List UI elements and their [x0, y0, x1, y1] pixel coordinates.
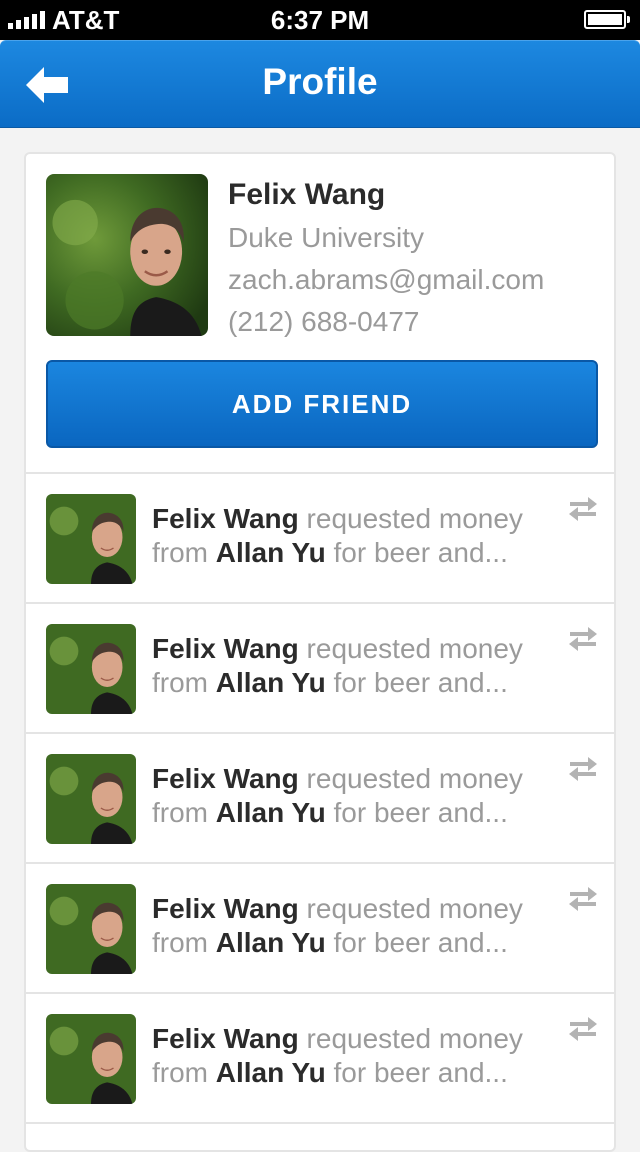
feed-note: for beer and... — [333, 537, 508, 568]
feed-avatar — [46, 494, 136, 584]
feed-from: from — [152, 667, 208, 698]
feed-text: Felix Wang requested money from Allan Yu… — [152, 632, 562, 700]
feed-target: Allan Yu — [215, 927, 326, 958]
feed-note: for beer and... — [333, 797, 508, 828]
feed-actor: Felix Wang — [152, 503, 299, 534]
feed-target: Allan Yu — [215, 1057, 326, 1088]
feed-text: Felix Wang requested money from Allan Yu… — [152, 892, 562, 960]
swap-arrows-icon[interactable] — [566, 492, 600, 522]
feed-action: requested money — [306, 633, 523, 664]
feed-text: Felix Wang requested money from Allan Yu… — [152, 762, 562, 830]
profile-card: Felix Wang Duke University zach.abrams@g… — [24, 152, 616, 1152]
feed-text: Felix Wang requested money from Allan Yu… — [152, 1022, 562, 1090]
feed-target: Allan Yu — [215, 537, 326, 568]
feed-item[interactable]: Felix Wang requested money from Allan Yu… — [26, 604, 614, 734]
feed-from: from — [152, 1057, 208, 1088]
page-title: Profile — [262, 61, 378, 102]
battery-icon — [584, 10, 630, 29]
feed-action: requested money — [306, 763, 523, 794]
feed-item[interactable]: Felix Wang requested money from Allan Yu… — [26, 734, 614, 864]
feed-from: from — [152, 537, 208, 568]
add-friend-button[interactable]: ADD FRIEND — [46, 360, 598, 448]
feed-from: from — [152, 797, 208, 828]
feed-target: Allan Yu — [215, 797, 326, 828]
swap-arrows-icon[interactable] — [566, 752, 600, 782]
feed-note: for beer and... — [333, 1057, 508, 1088]
profile-name: Felix Wang — [228, 178, 386, 211]
profile-avatar — [46, 174, 208, 336]
feed-avatar — [46, 624, 136, 714]
feed-actor: Felix Wang — [152, 1023, 299, 1054]
feed-item[interactable]: Felix Wang requested money from Allan Yu… — [26, 474, 614, 604]
swap-arrows-icon[interactable] — [566, 882, 600, 912]
status-bar: AT&T 6:37 PM — [0, 0, 640, 40]
activity-feed: Felix Wang requested money from Allan Yu… — [26, 474, 614, 1124]
profile-school: Duke University — [228, 222, 425, 253]
profile-email[interactable]: zach.abrams@gmail.com — [228, 264, 544, 296]
status-time: 6:37 PM — [270, 5, 370, 35]
feed-action: requested money — [306, 503, 523, 534]
feed-actor: Felix Wang — [152, 763, 299, 794]
feed-action: requested money — [306, 893, 523, 924]
feed-note: for beer and... — [333, 927, 508, 958]
feed-action: requested money — [306, 1023, 523, 1054]
swap-arrows-icon[interactable] — [566, 1012, 600, 1042]
feed-avatar — [46, 754, 136, 844]
feed-note: for beer and... — [333, 667, 508, 698]
feed-from: from — [152, 927, 208, 958]
feed-avatar — [46, 884, 136, 974]
feed-item[interactable]: Felix Wang requested money from Allan Yu… — [26, 864, 614, 994]
feed-text: Felix Wang requested money from Allan Yu… — [152, 502, 562, 570]
feed-avatar — [46, 1014, 136, 1104]
feed-item[interactable]: Felix Wang requested money from Allan Yu… — [26, 994, 614, 1124]
nav-bar: Profile — [0, 40, 640, 128]
feed-target: Allan Yu — [215, 667, 326, 698]
feed-actor: Felix Wang — [152, 633, 299, 664]
swap-arrows-icon[interactable] — [566, 622, 600, 652]
profile-phone[interactable]: (212) 688-0477 — [228, 306, 419, 338]
feed-actor: Felix Wang — [152, 893, 299, 924]
